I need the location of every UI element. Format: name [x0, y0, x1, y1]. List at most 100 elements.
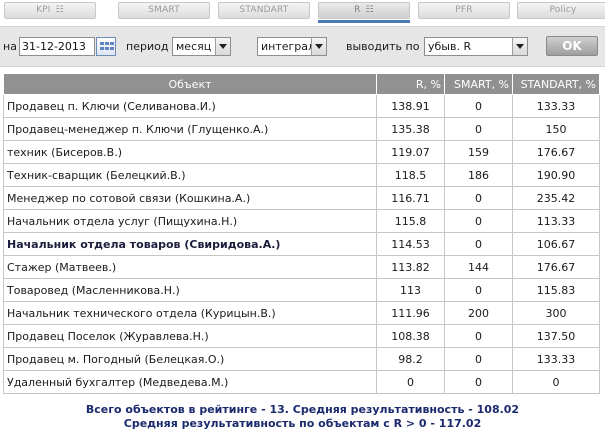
r-value: 108.38	[376, 324, 445, 348]
grid-icon: ☷	[365, 5, 374, 15]
chevron-down-icon	[215, 38, 230, 55]
date-input[interactable]	[19, 37, 95, 56]
grid-icon: ☷	[55, 5, 64, 15]
object-name: Менеджер по сотовой связи (Кошкина.А.)	[3, 186, 377, 210]
mode-select[interactable]: интеграл	[257, 37, 327, 56]
smart-value: 0	[444, 186, 513, 210]
table-header-row: Объект R, % SMART, % STANDART, %	[3, 73, 600, 95]
standart-value: 235.42	[512, 186, 600, 210]
period-select-value: месяц	[176, 40, 212, 53]
smart-value: 0	[444, 94, 513, 118]
mode-select-value: интеграл	[261, 40, 316, 53]
active-tab-indicator	[318, 20, 410, 23]
column-header-r[interactable]: R, %	[376, 73, 445, 95]
filter-bar: на период месяц интеграл выводить по убы…	[0, 26, 605, 67]
standart-value: 300	[512, 301, 600, 325]
standart-value: 150	[512, 117, 600, 141]
smart-value: 144	[444, 255, 513, 279]
object-name: Начальник технического отдела (Курицын.В…	[3, 301, 377, 325]
object-name: Удаленный бухгалтер (Медведева.М.)	[3, 370, 377, 394]
tab-label: KPI	[36, 5, 51, 15]
table-row: Продавец Поселок (Журавлева.Н.) 108.38 0…	[3, 324, 600, 348]
smart-value: 0	[444, 232, 513, 256]
smart-value: 0	[444, 324, 513, 348]
tab-pfr[interactable]: PFR	[418, 2, 510, 19]
table-row: Начальник технического отдела (Курицын.В…	[3, 301, 600, 325]
date-label: на	[3, 40, 17, 53]
output-label: выводить по	[346, 40, 420, 53]
smart-value: 0	[444, 209, 513, 233]
r-value: 0	[376, 370, 445, 394]
smart-value: 0	[444, 117, 513, 141]
r-value: 116.71	[376, 186, 445, 210]
r-value: 98.2	[376, 347, 445, 371]
tab-r[interactable]: R ☷	[318, 2, 410, 19]
column-header-object[interactable]: Объект	[3, 73, 377, 95]
table-row: техник (Бисеров.В.) 119.07 159 176.67	[3, 140, 600, 164]
summary-positive: Средняя результативность по объектам с R…	[123, 417, 482, 430]
object-name: Стажер (Матвеев.)	[3, 255, 377, 279]
table-row: Техник-сварщик (Белецкий.В.) 118.5 186 1…	[3, 163, 600, 187]
summary-total: Всего объектов в рейтинге - 13. Средняя …	[85, 403, 520, 416]
smart-value: 0	[444, 278, 513, 302]
r-value: 113.82	[376, 255, 445, 279]
table-row: Начальник отдела услуг (Пищухина.Н.) 115…	[3, 209, 600, 233]
order-select-value: убыв. R	[428, 40, 472, 53]
tab-kpi[interactable]: KPI ☷	[4, 2, 96, 19]
standart-value: 176.67	[512, 255, 600, 279]
calendar-icon[interactable]	[96, 37, 116, 56]
object-name: техник (Бисеров.В.)	[3, 140, 377, 164]
r-value: 114.53	[376, 232, 445, 256]
table-row: Удаленный бухгалтер (Медведева.М.) 0 0 0	[3, 370, 600, 394]
table-row: Менеджер по сотовой связи (Кошкина.А.) 1…	[3, 186, 600, 210]
tab-policy[interactable]: Policy	[517, 2, 605, 19]
standart-value: 176.67	[512, 140, 600, 164]
column-header-standart[interactable]: STANDART, %	[512, 73, 600, 95]
rating-table: Объект R, % SMART, % STANDART, % Продаве…	[3, 73, 600, 394]
standart-value: 190.90	[512, 163, 600, 187]
object-name: Продавец Поселок (Журавлева.Н.)	[3, 324, 377, 348]
object-name: Начальник отдела товаров (Свиридова.А.)	[3, 232, 377, 256]
tab-label: R	[354, 5, 361, 15]
period-select[interactable]: месяц	[172, 37, 231, 56]
table-row: Продавец м. Погодный (Белецкая.О.) 98.2 …	[3, 347, 600, 371]
object-name: Техник-сварщик (Белецкий.В.)	[3, 163, 377, 187]
r-value: 113	[376, 278, 445, 302]
object-name: Продавец-менеджер п. Ключи (Глущенко.А.)	[3, 117, 377, 141]
ok-button[interactable]: OK	[546, 36, 598, 56]
tab-smart[interactable]: SMART	[118, 2, 210, 19]
top-tabs: KPI ☷ SMART STANDART R ☷ PFR Policy	[0, 0, 605, 23]
r-value: 111.96	[376, 301, 445, 325]
standart-value: 133.33	[512, 347, 600, 371]
table-row: Товаровед (Масленникова.Н.) 113 0 115.83	[3, 278, 600, 302]
standart-value: 113.33	[512, 209, 600, 233]
object-name: Продавец м. Погодный (Белецкая.О.)	[3, 347, 377, 371]
tab-label: PFR	[455, 5, 473, 15]
r-value: 138.91	[376, 94, 445, 118]
order-select[interactable]: убыв. R	[424, 37, 528, 56]
object-name: Начальник отдела услуг (Пищухина.Н.)	[3, 209, 377, 233]
tab-label: Policy	[549, 5, 577, 15]
r-value: 135.38	[376, 117, 445, 141]
tab-label: SMART	[148, 5, 180, 15]
smart-value: 0	[444, 370, 513, 394]
table-row: Стажер (Матвеев.) 113.82 144 176.67	[3, 255, 600, 279]
tab-standart[interactable]: STANDART	[218, 2, 310, 19]
table-row: Продавец-менеджер п. Ключи (Глущенко.А.)…	[3, 117, 600, 141]
r-value: 115.8	[376, 209, 445, 233]
chevron-down-icon	[311, 38, 326, 55]
smart-value: 200	[444, 301, 513, 325]
period-label: период	[126, 40, 169, 53]
column-header-smart[interactable]: SMART, %	[444, 73, 513, 95]
standart-value: 137.50	[512, 324, 600, 348]
table-row-highlighted: Начальник отдела товаров (Свиридова.А.) …	[3, 232, 600, 256]
standart-value: 106.67	[512, 232, 600, 256]
smart-value: 0	[444, 347, 513, 371]
table-row: Продавец п. Ключи (Селиванова.И.) 138.91…	[3, 94, 600, 118]
smart-value: 186	[444, 163, 513, 187]
r-value: 118.5	[376, 163, 445, 187]
smart-value: 159	[444, 140, 513, 164]
object-name: Продавец п. Ключи (Селиванова.И.)	[3, 94, 377, 118]
chevron-down-icon	[512, 38, 527, 55]
object-name: Товаровед (Масленникова.Н.)	[3, 278, 377, 302]
